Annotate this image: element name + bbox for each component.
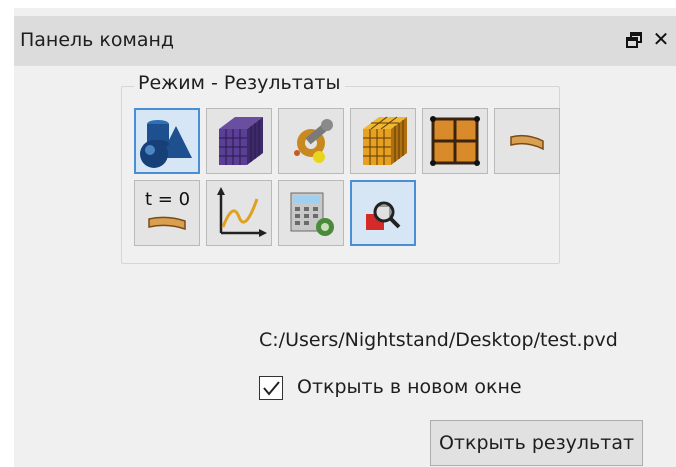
magnifier-icon [366, 201, 401, 230]
plank-icon [510, 134, 544, 151]
graph-button[interactable] [206, 180, 272, 246]
time-zero-button[interactable]: t = 0 [134, 180, 200, 246]
open-result-button[interactable]: Открыть результат [430, 420, 643, 466]
checkmark-icon [263, 381, 280, 396]
file-path-label: C:/Users/Nightstand/Desktop/test.pvd [259, 329, 618, 351]
mesh-cube-icon [219, 117, 263, 165]
panel-titlebar: Панель команд ✕ [14, 16, 676, 66]
grid-icon [430, 116, 480, 166]
calculator-button[interactable] [278, 180, 344, 246]
open-new-window-checkbox[interactable] [259, 376, 283, 400]
orange-cube-icon [363, 116, 407, 165]
settings-tools-button[interactable] [278, 108, 344, 174]
geometry-shapes-button[interactable] [134, 108, 200, 174]
deformation-button[interactable] [494, 108, 560, 174]
shapes-icon [140, 120, 192, 168]
orange-mesh-cube-button[interactable] [350, 108, 416, 174]
group-title: Режим - Результаты [134, 72, 345, 94]
calculator-gear-icon [290, 192, 334, 236]
close-icon[interactable]: ✕ [651, 28, 671, 50]
command-panel: Панель команд ✕ Режим - Результаты t = 0… [14, 8, 676, 467]
results-view-button[interactable] [350, 180, 416, 246]
mesh-cube-button[interactable] [206, 108, 272, 174]
float-window-icon[interactable] [624, 30, 644, 50]
grid-plane-button[interactable] [422, 108, 488, 174]
open-new-window-label[interactable]: Открыть в новом окне [297, 376, 522, 398]
t0-icon: t = 0 [145, 189, 190, 231]
t0-label: t = 0 [145, 189, 190, 210]
graph-icon [217, 187, 267, 237]
panel-title: Панель команд [20, 29, 175, 51]
wrench-icon [294, 119, 333, 163]
